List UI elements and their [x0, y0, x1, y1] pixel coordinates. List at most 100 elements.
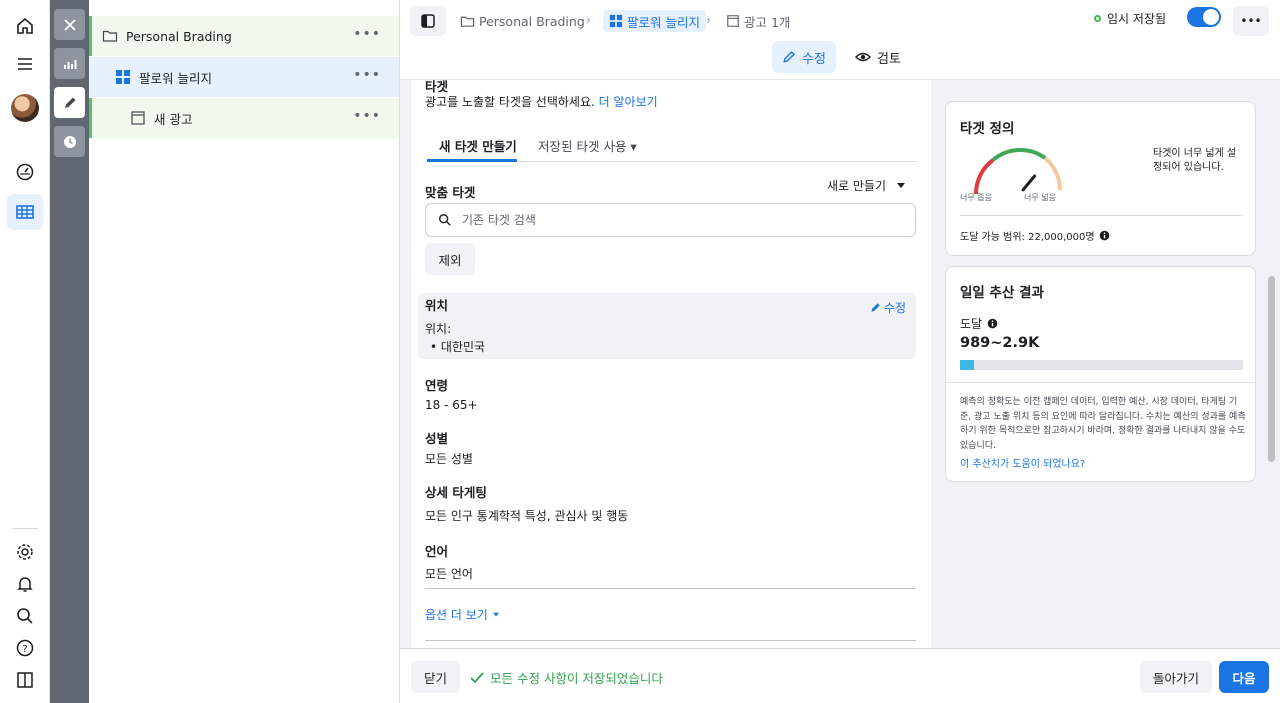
audience-search-input[interactable]: [462, 213, 862, 227]
campaign-tree: Personal Brading ••• 팔로워 늘리지 ••• 새 광고 ••…: [89, 0, 400, 703]
tree-item-label: Personal Brading: [126, 28, 232, 44]
gauge-needle: [1021, 174, 1037, 192]
chevron-right-icon: ›: [706, 13, 711, 27]
main-content: 타겟 광고를 노출할 타겟을 선택하세요. 더 알아보기 새 타겟 만들기 저장…: [400, 80, 1280, 648]
next-button[interactable]: 다음: [1219, 661, 1269, 693]
tab-saved-audience[interactable]: 저장된 타겟 사용 ▾: [538, 136, 637, 155]
review-mode-button[interactable]: 검토: [845, 41, 911, 73]
audience-tabs: 새 타겟 만들기 저장된 타겟 사용 ▾: [425, 128, 917, 162]
card-title: 타겟 정의: [960, 121, 1015, 137]
help-icon[interactable]: ?: [7, 630, 43, 666]
check-icon: [470, 671, 484, 683]
tree-item-campaign[interactable]: Personal Brading •••: [89, 16, 399, 56]
table-icon[interactable]: [7, 194, 43, 230]
reach-progress-fill: [960, 360, 975, 370]
learn-more-link[interactable]: 더 알아보기: [599, 95, 658, 109]
card-title: 일일 추산 결과: [960, 285, 1044, 301]
create-new-dropdown[interactable]: 새로 만들기: [827, 177, 906, 194]
info-icon[interactable]: [1099, 230, 1110, 241]
more-icon[interactable]: •••: [353, 67, 381, 83]
audience-form: 타겟 광고를 노출할 타겟을 선택하세요. 더 알아보기 새 타겟 만들기 저장…: [411, 80, 931, 648]
chart-icon[interactable]: [54, 48, 85, 79]
scrollbar[interactable]: [1268, 276, 1275, 462]
more-icon[interactable]: •••: [353, 26, 381, 42]
tree-item-adset[interactable]: 팔로워 늘리지 •••: [89, 57, 399, 97]
audience-definition-card: 타겟 정의 너무 좁음 너무 넓음 타겟이 너무 넓게 설정되어 있습니다. 도…: [945, 101, 1256, 256]
back-button[interactable]: 돌아가기: [1140, 661, 1212, 693]
caret-down-icon: [897, 182, 906, 188]
more-button[interactable]: •••: [1233, 6, 1269, 36]
search-icon[interactable]: [7, 598, 43, 634]
feedback-link[interactable]: 이 추산치가 도움이 되었나요?: [960, 455, 1085, 470]
close-button[interactable]: 닫기: [411, 661, 460, 693]
folder-icon: [460, 16, 475, 27]
gauge-high-label: 너무 넓음: [1024, 193, 1056, 202]
caret-down-icon: [492, 612, 499, 616]
tab-indicator: [427, 159, 517, 162]
daily-results-card: 일일 추산 결과 도달 989~2.9K 예측의 정확도는 이전 캠페인 데이터…: [945, 266, 1256, 482]
age-label: 연령: [425, 378, 449, 393]
location-label: 위치: [425, 298, 449, 313]
folder-icon: [102, 28, 118, 44]
estimate-disclaimer: 예측의 정확도는 이전 캠페인 데이터, 입력한 예산, 시장 데이터, 타게팅…: [960, 397, 1246, 451]
reach-progress-bar: [960, 360, 1243, 370]
pencil-icon[interactable]: [54, 87, 85, 118]
breadcrumb-campaign[interactable]: Personal Brading: [460, 10, 585, 32]
menu-icon[interactable]: [7, 46, 43, 82]
location-value: • 대한민국: [430, 340, 486, 354]
audience-search[interactable]: [425, 203, 916, 237]
avatar[interactable]: [11, 94, 39, 122]
section-description: 광고를 노출할 타겟을 선택하세요. 더 알아보기: [425, 95, 658, 109]
breadcrumb-ad[interactable]: 광고 1개: [726, 10, 790, 32]
pencil-icon: [783, 51, 795, 63]
sidebar-toggle-icon: [421, 14, 435, 28]
gender-label: 성별: [425, 431, 449, 446]
tree-item-ad[interactable]: 새 광고 •••: [89, 98, 399, 138]
panel-toggle-icon[interactable]: [7, 662, 43, 698]
save-confirmation: 모든 수정 사항이 저장되었습니다: [470, 668, 663, 687]
reach-estimate: 989~2.9K: [960, 335, 1040, 351]
detailed-targeting-value: 모든 인구 통계학적 특성, 관심사 및 행동: [425, 509, 629, 523]
gear-icon[interactable]: [7, 534, 43, 570]
status-dot-icon: [1094, 15, 1101, 22]
tool-strip: [50, 0, 89, 703]
search-icon: [439, 214, 451, 226]
more-options-link[interactable]: 옵션 더 보기: [425, 606, 500, 623]
tree-item-label: 팔로워 늘리지: [139, 70, 212, 86]
reach-range: 도달 가능 범위: 22,000,000명: [960, 228, 1110, 243]
language-value: 모든 언어: [425, 567, 473, 581]
gender-value: 모든 성별: [425, 452, 473, 466]
age-value: 18 - 65+: [425, 398, 478, 412]
exclude-button[interactable]: 제외: [425, 243, 475, 275]
location-section: 위치 수정 위치: • 대한민국: [418, 293, 916, 359]
chevron-right-icon: ›: [586, 13, 591, 27]
location-edit-button[interactable]: 수정: [870, 299, 906, 316]
sidebar-toggle-button[interactable]: [410, 6, 446, 36]
divider: [425, 640, 916, 641]
home-icon[interactable]: [7, 8, 43, 44]
reach-metric-label: 도달: [960, 315, 998, 332]
autosave-toggle[interactable]: [1187, 7, 1221, 27]
breadcrumb-adset[interactable]: 팔로워 늘리지: [603, 10, 706, 32]
gauge-low-label: 너무 좁음: [960, 193, 992, 202]
footer-bar: 닫기 모든 수정 사항이 저장되었습니다 돌아가기 다음: [400, 648, 1280, 703]
location-sub-label: 위치:: [425, 322, 452, 336]
top-bar: Personal Brading › 팔로워 늘리지 › 광고 1개 임시 저장…: [400, 0, 1280, 80]
ad-icon: [727, 15, 739, 27]
custom-audience-label: 맞춤 타겟: [425, 185, 476, 200]
detailed-targeting-label: 상세 타게팅: [425, 485, 487, 500]
clock-icon[interactable]: [54, 126, 85, 157]
bell-icon[interactable]: [7, 566, 43, 602]
eye-icon: [855, 52, 871, 62]
save-status: 임시 저장됨: [1094, 10, 1166, 27]
edit-mode-button[interactable]: 수정: [772, 41, 836, 73]
grid-icon: [115, 69, 131, 85]
tab-new-audience[interactable]: 새 타겟 만들기: [439, 136, 517, 155]
dashboard-icon[interactable]: [7, 154, 43, 190]
pencil-icon: [871, 303, 880, 312]
tree-item-label: 새 광고: [154, 111, 193, 127]
more-icon[interactable]: •••: [353, 108, 381, 124]
svg-text:?: ?: [22, 644, 27, 655]
info-icon[interactable]: [987, 318, 998, 329]
close-icon[interactable]: [54, 9, 85, 40]
